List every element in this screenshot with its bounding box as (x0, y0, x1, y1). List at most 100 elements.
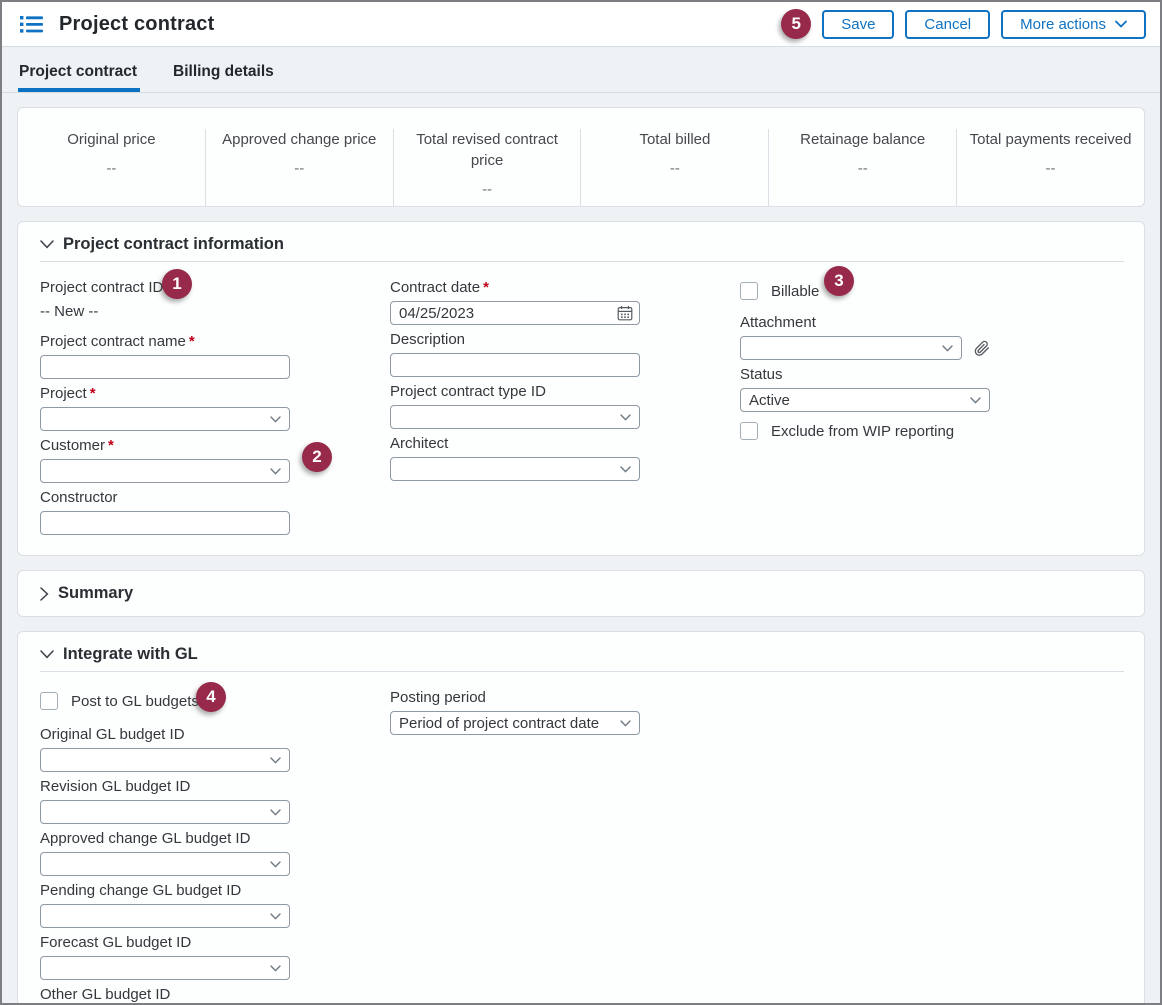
section-summary: Summary (17, 570, 1145, 617)
metric-value: -- (28, 160, 195, 177)
section-header-summary[interactable]: Summary (18, 571, 1144, 616)
metric-label: Total payments received (967, 129, 1134, 150)
section-header-gl[interactable]: Integrate with GL (18, 632, 1144, 664)
project-label: Project (40, 385, 87, 402)
chevron-down-icon (40, 240, 54, 249)
posting-period-label: Posting period (390, 689, 640, 707)
billable-label: Billable (771, 283, 819, 300)
cancel-button[interactable]: Cancel (905, 10, 990, 39)
metric-label: Retainage balance (779, 129, 946, 150)
chevron-down-icon (270, 861, 281, 868)
project-contract-id-value: -- New -- (40, 303, 290, 321)
callout-badge-2: 2 (302, 442, 332, 472)
original-gl-budget-id-select[interactable] (40, 748, 290, 772)
page-content: Original price -- Approved change price … (2, 93, 1160, 1005)
other-gl-budget-id-label: Other GL budget ID (40, 986, 290, 1004)
attachment-select[interactable] (740, 336, 962, 360)
approved-change-gl-budget-id-label: Approved change GL budget ID (40, 830, 290, 848)
menu-list-icon[interactable] (20, 15, 43, 34)
posting-period-select[interactable]: Period of project contract date (390, 711, 640, 735)
metric-original-price: Original price -- (18, 129, 205, 206)
project-contract-name-label: Project contract name (40, 333, 186, 350)
original-gl-budget-id-label: Original GL budget ID (40, 726, 290, 744)
revision-gl-budget-id-select[interactable] (40, 800, 290, 824)
required-marker: * (108, 437, 114, 454)
chevron-down-icon (270, 416, 281, 423)
chevron-down-icon (620, 414, 631, 421)
info-column-2: Contract date* (390, 279, 640, 535)
section-title: Project contract information (63, 235, 284, 254)
section-title: Summary (58, 584, 133, 603)
metric-total-payments-received: Total payments received -- (956, 129, 1144, 206)
attachment-label: Attachment (740, 314, 990, 332)
constructor-input[interactable] (40, 511, 290, 535)
header-actions: 5 Save Cancel More actions (781, 9, 1146, 39)
chevron-down-icon (270, 913, 281, 920)
chevron-down-icon (942, 345, 953, 352)
tab-billing-details[interactable]: Billing details (172, 63, 275, 92)
tab-bar: Project contract Billing details (2, 47, 1160, 93)
more-actions-button[interactable]: More actions (1001, 10, 1146, 39)
chevron-down-icon (970, 397, 981, 404)
callout-badge-5: 5 (781, 9, 811, 39)
pending-change-gl-budget-id-label: Pending change GL budget ID (40, 882, 290, 900)
contract-date-input[interactable] (390, 301, 640, 325)
chevron-down-icon (620, 720, 631, 727)
contract-date-label: Contract date (390, 279, 480, 296)
project-contract-type-select[interactable] (390, 405, 640, 429)
paperclip-icon[interactable] (974, 340, 990, 357)
gl-column-1: Post to GL budgets Original GL budget ID… (40, 689, 290, 1005)
metric-label: Total billed (591, 129, 758, 150)
metric-total-revised-contract-price: Total revised contract price -- (393, 129, 581, 206)
project-select[interactable] (40, 407, 290, 431)
metrics-strip: Original price -- Approved change price … (17, 107, 1145, 207)
project-contract-name-input[interactable] (40, 355, 290, 379)
chevron-down-icon (1115, 20, 1127, 28)
required-marker: * (90, 385, 96, 402)
chevron-down-icon (620, 466, 631, 473)
metric-label: Total revised contract price (404, 129, 571, 171)
chevron-down-icon (270, 809, 281, 816)
section-header-info[interactable]: Project contract information (18, 222, 1144, 254)
exclude-wip-label: Exclude from WIP reporting (771, 423, 954, 440)
chevron-right-icon (40, 587, 49, 601)
metric-value: -- (404, 181, 571, 198)
info-column-1: Project contract ID -- New -- Project co… (40, 279, 290, 535)
required-marker: * (483, 279, 489, 296)
metric-total-billed: Total billed -- (580, 129, 768, 206)
tab-project-contract[interactable]: Project contract (18, 63, 138, 92)
chevron-down-icon (270, 757, 281, 764)
constructor-label: Constructor (40, 489, 290, 507)
customer-label: Customer (40, 437, 105, 454)
metric-label: Approved change price (216, 129, 383, 150)
more-actions-label: More actions (1020, 16, 1106, 33)
metric-label: Original price (28, 129, 195, 150)
architect-label: Architect (390, 435, 640, 453)
metric-value: -- (591, 160, 758, 177)
chevron-down-icon (270, 965, 281, 972)
required-marker: * (189, 333, 195, 350)
customer-select[interactable] (40, 459, 290, 483)
callout-badge-3: 3 (824, 266, 854, 296)
approved-change-gl-budget-id-select[interactable] (40, 852, 290, 876)
calendar-icon[interactable] (617, 305, 633, 321)
architect-select[interactable] (390, 457, 640, 481)
chevron-down-icon (40, 650, 54, 659)
billable-checkbox[interactable] (740, 282, 758, 300)
description-label: Description (390, 331, 640, 349)
app-window: Project contract 5 Save Cancel More acti… (0, 0, 1162, 1005)
pending-change-gl-budget-id-select[interactable] (40, 904, 290, 928)
metric-value: -- (967, 160, 1134, 177)
description-input[interactable] (390, 353, 640, 377)
metric-value: -- (216, 160, 383, 177)
exclude-wip-checkbox[interactable] (740, 422, 758, 440)
posting-period-value: Period of project contract date (399, 715, 599, 732)
metric-retainage-balance: Retainage balance -- (768, 129, 956, 206)
revision-gl-budget-id-label: Revision GL budget ID (40, 778, 290, 796)
save-button[interactable]: Save (822, 10, 894, 39)
status-value: Active (749, 392, 790, 409)
post-to-gl-budgets-checkbox[interactable] (40, 692, 58, 710)
forecast-gl-budget-id-select[interactable] (40, 956, 290, 980)
section-integrate-with-gl: 4 Integrate with GL Post to GL budgets O… (17, 631, 1145, 1005)
status-select[interactable]: Active (740, 388, 990, 412)
